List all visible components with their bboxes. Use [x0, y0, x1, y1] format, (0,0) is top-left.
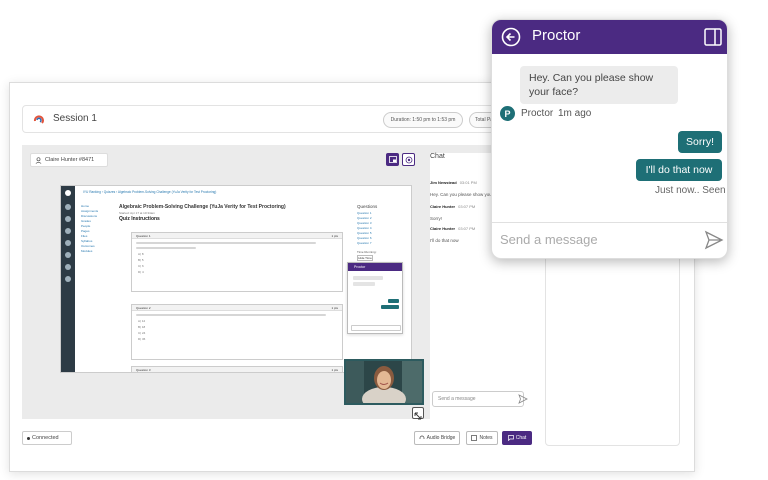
notes-label: Notes — [479, 435, 493, 441]
user-icon — [35, 157, 42, 164]
mini-bubble — [353, 276, 383, 280]
proctor-input-area: Send a message — [492, 222, 727, 258]
dock-panel-icon[interactable] — [704, 28, 722, 46]
picture-in-picture-button[interactable] — [386, 153, 399, 166]
proctor-message-input[interactable]: Send a message — [500, 232, 598, 247]
mini-bubble — [381, 305, 399, 309]
time-running-label: Time Running: — [357, 250, 377, 254]
send-icon[interactable] — [704, 230, 724, 250]
mini-bubble — [388, 299, 399, 303]
chat-sender: Claire Hunter — [430, 204, 456, 209]
answer-option[interactable]: C) 24 — [138, 331, 336, 335]
answer-option[interactable]: A) 12 — [138, 319, 336, 323]
course-nav: Home Assignments Discussions Grades Peop… — [81, 204, 111, 254]
sender-name: Proctor — [521, 108, 554, 119]
mini-input — [351, 325, 401, 331]
answer-option[interactable]: A) 8 — [138, 252, 336, 256]
connection-status-label: Connected — [32, 435, 59, 441]
lms-global-nav — [61, 186, 75, 372]
question-sidebar: Questions Question 1 Question 2 Question… — [357, 204, 407, 261]
audio-bridge-button[interactable]: Audio Bridge — [414, 431, 460, 445]
expand-webcam-button[interactable] — [412, 407, 424, 420]
pip-icon — [388, 156, 397, 163]
lms-breadcrumb[interactable]: IYU Ranking › Quizzes › Algebraic Proble… — [83, 190, 216, 194]
webcam-feed — [344, 359, 424, 405]
quiz-instructions-heading: Quiz Instructions — [119, 216, 160, 222]
status-dot-icon — [27, 437, 30, 440]
expand-icon — [414, 412, 422, 420]
mini-proctor-title: Proctor — [348, 263, 402, 271]
help-icon — [65, 276, 71, 282]
yuja-logo-icon — [33, 115, 44, 124]
proctor-title: Proctor — [532, 27, 581, 44]
inbox-icon — [65, 264, 71, 270]
send-icon[interactable] — [518, 394, 528, 404]
question-label: Question 2 — [136, 306, 151, 310]
question-card: Question 3 1 pts — [131, 366, 343, 372]
student-webcam-image — [346, 361, 422, 403]
quiz-title: Algebraic Problem-Solving Challenge (YuJ… — [119, 204, 286, 210]
answer-option[interactable]: D) 36 — [138, 337, 336, 341]
chat-button[interactable]: Chat — [502, 431, 532, 445]
answer-option[interactable]: B) 5 — [138, 258, 336, 262]
notes-icon — [471, 435, 478, 441]
camera-icon — [405, 156, 412, 163]
proctor-avatar: P — [500, 106, 515, 121]
answer-option[interactable]: B) 18 — [138, 325, 336, 329]
account-icon — [65, 204, 71, 210]
side-panel-background — [545, 238, 680, 446]
student-screen: IYU Ranking › Quizzes › Algebraic Proble… — [60, 185, 412, 373]
chat-bubble-icon — [507, 435, 514, 441]
mini-proctor-chat: Proctor — [347, 262, 403, 334]
audio-bridge-label: Audio Bridge — [426, 435, 456, 441]
chat-message-input[interactable]: Send a message — [432, 391, 524, 407]
chat-sender: Jim Newstead — [430, 180, 457, 185]
read-receipt: Just now.. Seen — [655, 185, 726, 196]
session-title: Session 1 — [53, 113, 97, 124]
question-link[interactable]: Question 7 — [357, 241, 407, 246]
question-card: Question 1 1 pts A) 8 B) 5 C) 6 D) 4 — [131, 232, 343, 292]
chat-sender: Claire Hunter — [430, 226, 456, 231]
mini-bubble — [353, 282, 375, 286]
lms-logo-icon — [65, 190, 71, 196]
quiz-meta: Started: Apr 17 at 10:34am — [119, 211, 155, 215]
calendar-icon — [65, 252, 71, 258]
chat-timestamp: 03:07 PM — [458, 204, 476, 209]
student-name-chip[interactable]: Claire Hunter #8471 — [30, 153, 108, 167]
chat-label: Chat — [515, 435, 527, 441]
dashboard-icon — [65, 216, 71, 222]
duration-pill: Duration: 1:50 pm to 1:53 pm — [383, 112, 463, 128]
answer-option[interactable]: D) 4 — [138, 270, 336, 274]
question-points: 1 pts — [331, 368, 338, 372]
groups-icon — [65, 240, 71, 246]
questions-heading: Questions — [357, 204, 378, 209]
chat-panel-title: Chat — [430, 153, 445, 160]
course-nav-link[interactable]: Modules — [81, 249, 111, 254]
question-card: Question 2 1 pts A) 12 B) 18 C) 24 D) 36 — [131, 304, 343, 360]
student-name: Claire Hunter #8471 — [45, 157, 95, 163]
back-arrow-icon[interactable] — [501, 27, 521, 47]
courses-icon — [65, 228, 71, 234]
connection-status: Connected — [22, 431, 72, 445]
chat-timestamp: 03:07 PM — [458, 226, 476, 231]
question-label: Question 3 — [136, 368, 151, 372]
headset-icon — [419, 435, 425, 439]
screen-capture-button[interactable] — [402, 153, 415, 166]
incoming-message-bubble: Hey. Can you please show your face? — [520, 66, 678, 104]
proctor-header: Proctor — [492, 20, 727, 54]
question-points: 1 pts — [331, 306, 338, 310]
chat-timestamp: 03:01 PM — [459, 180, 477, 185]
proctor-chat-popup: Proctor Hey. Can you please show your fa… — [491, 19, 728, 259]
question-label: Question 1 — [136, 234, 151, 238]
outgoing-message-bubble: Sorry! — [678, 131, 722, 153]
notes-button[interactable]: Notes — [466, 431, 498, 445]
hide-time-button[interactable]: Hide Time — [357, 255, 373, 261]
sender-time: 1m ago — [558, 108, 592, 119]
answer-option[interactable]: C) 6 — [138, 264, 336, 268]
outgoing-message-bubble: I'll do that now — [636, 159, 722, 181]
question-points: 1 pts — [331, 234, 338, 238]
